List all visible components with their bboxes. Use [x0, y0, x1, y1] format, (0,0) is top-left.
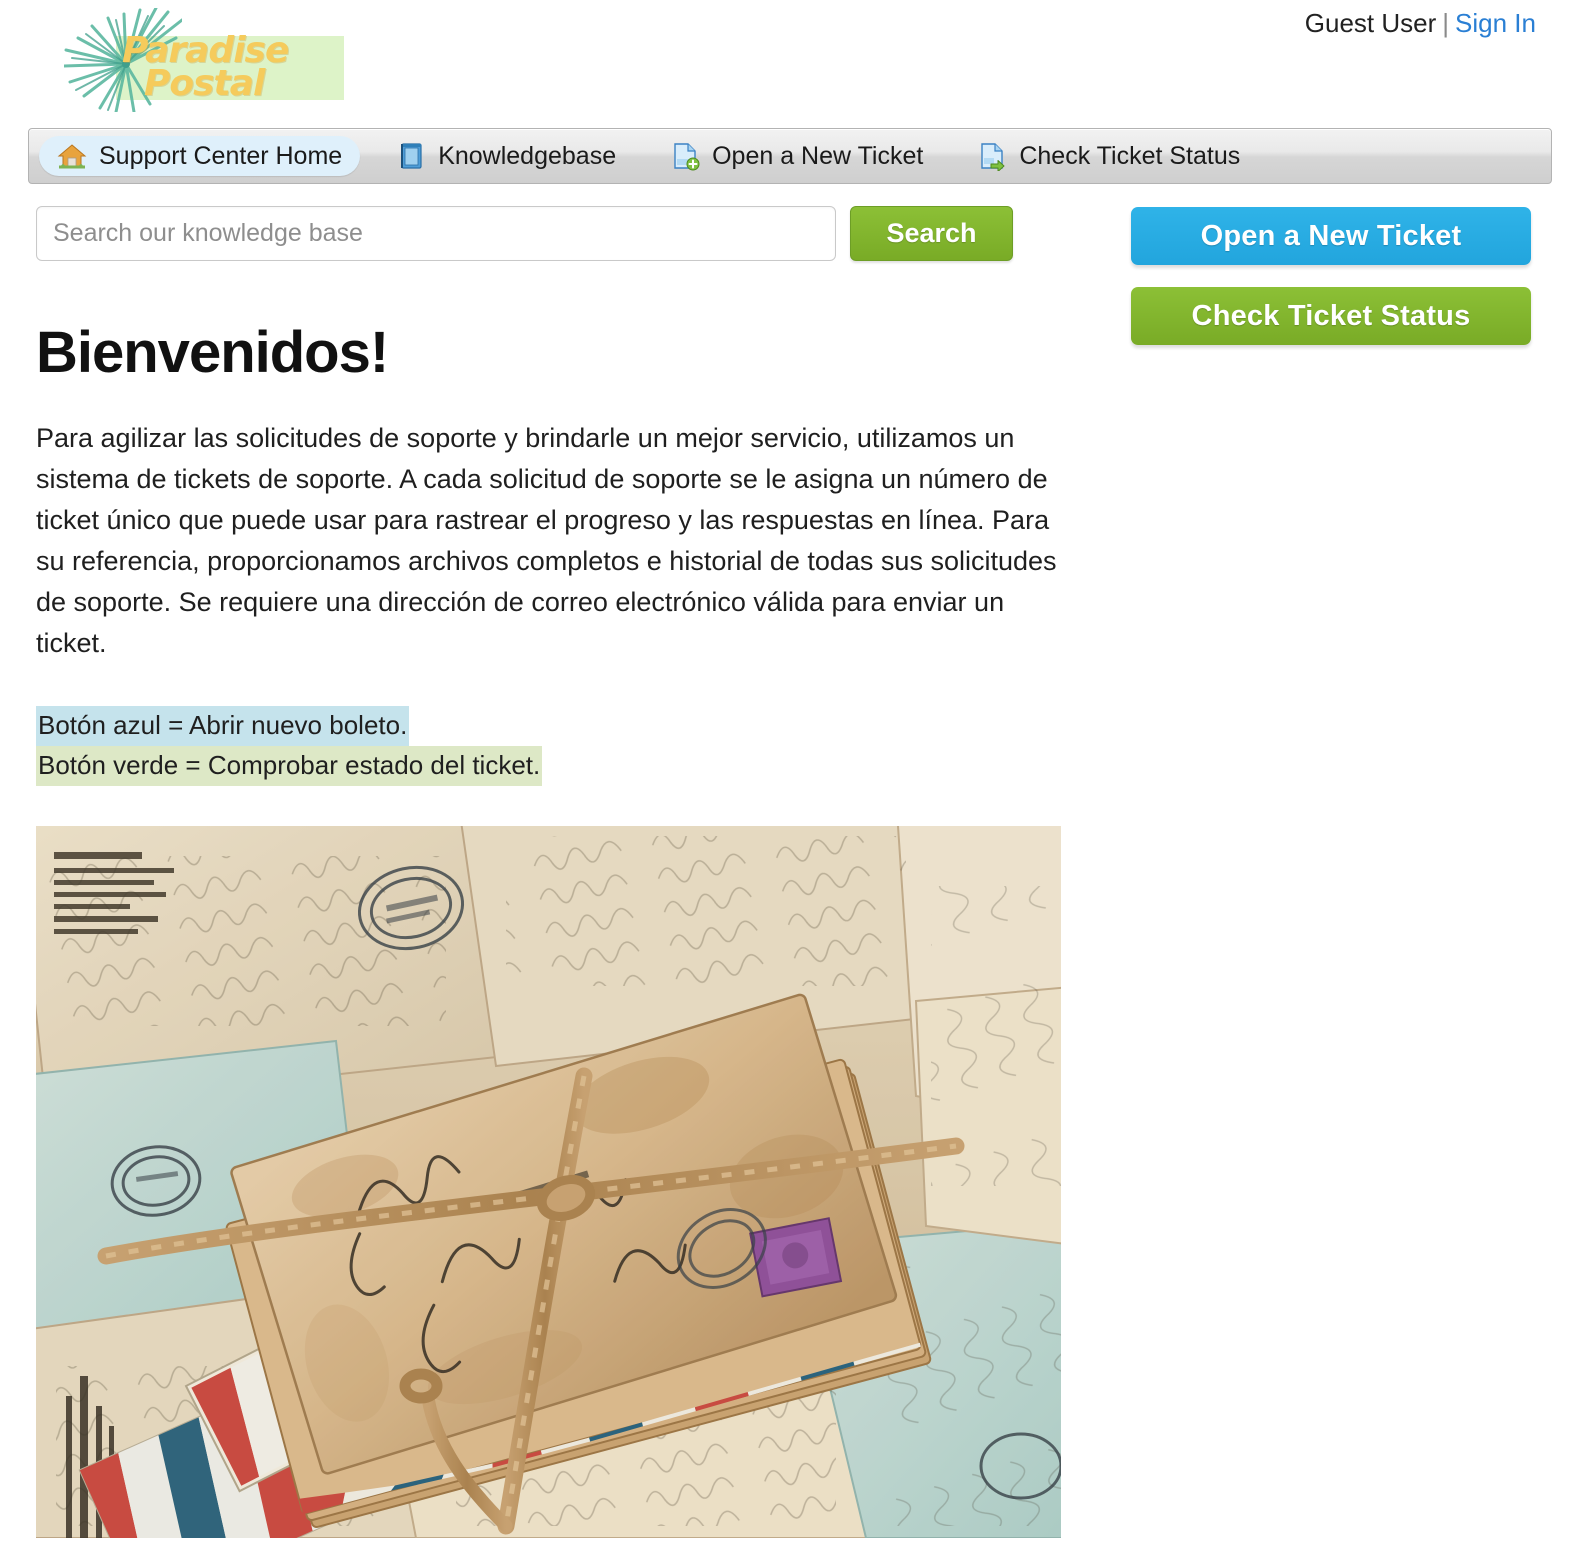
document-add-icon	[674, 143, 700, 171]
intro-paragraph: Para agilizar las solicitudes de soporte…	[36, 423, 1057, 659]
legend-blue-button: Botón azul = Abrir nuevo boleto.	[36, 706, 410, 746]
site-logo[interactable]: Paradise Postal	[64, 8, 344, 112]
nav-label: Support Center Home	[99, 141, 343, 170]
legend-green-button: Botón verde = Comprobar estado del ticke…	[36, 745, 543, 786]
vintage-letters-illustration	[36, 825, 1061, 1538]
nav-label: Open a New Ticket	[712, 141, 924, 170]
document-arrow-icon	[981, 143, 1005, 171]
nav-item-knowledgebase[interactable]: Knowledgebase	[378, 136, 634, 176]
sign-in-link[interactable]: Sign In	[1455, 8, 1536, 38]
nav-label: Check Ticket Status	[1019, 141, 1241, 170]
nav-item-open-a-new-ticket[interactable]: Open a New Ticket	[652, 136, 941, 176]
main-column: Search Bienvenidos! Para agilizar las so…	[28, 206, 1063, 1538]
main-navigation: Support Center Home Knowledgebase Open a…	[28, 128, 1552, 184]
button-legend: Botón azul = Abrir nuevo boleto. Botón v…	[36, 706, 1063, 786]
book-icon	[401, 143, 422, 169]
account-separator: |	[1442, 8, 1450, 38]
search-input[interactable]	[36, 206, 836, 261]
user-label: Guest User	[1304, 8, 1437, 38]
page-content: Search Bienvenidos! Para agilizar las so…	[0, 184, 1580, 1538]
knowledge-base-search: Search	[36, 206, 1063, 261]
account-bar: Guest User | Sign In	[1305, 8, 1536, 39]
page-title: Bienvenidos!	[36, 320, 389, 385]
logo-line-2: Postal	[144, 63, 265, 105]
sidebar-actions: Open a New Ticket Check Ticket Status	[1063, 206, 1536, 345]
nav-item-support-center-home[interactable]: Support Center Home	[39, 136, 361, 176]
nav-label: Knowledgebase	[438, 141, 617, 170]
open-new-ticket-button[interactable]: Open a New Ticket	[1131, 207, 1531, 265]
nav-item-check-ticket-status[interactable]: Check Ticket Status	[959, 136, 1258, 176]
check-ticket-status-button[interactable]: Check Ticket Status	[1131, 287, 1531, 345]
logo-wordmark: Paradise Postal	[122, 33, 352, 105]
vintage-letters-photo	[36, 825, 1061, 1538]
search-button[interactable]: Search	[850, 206, 1013, 261]
page-header: Paradise Postal Guest User | Sign In	[0, 0, 1580, 128]
home-icon	[57, 144, 87, 169]
